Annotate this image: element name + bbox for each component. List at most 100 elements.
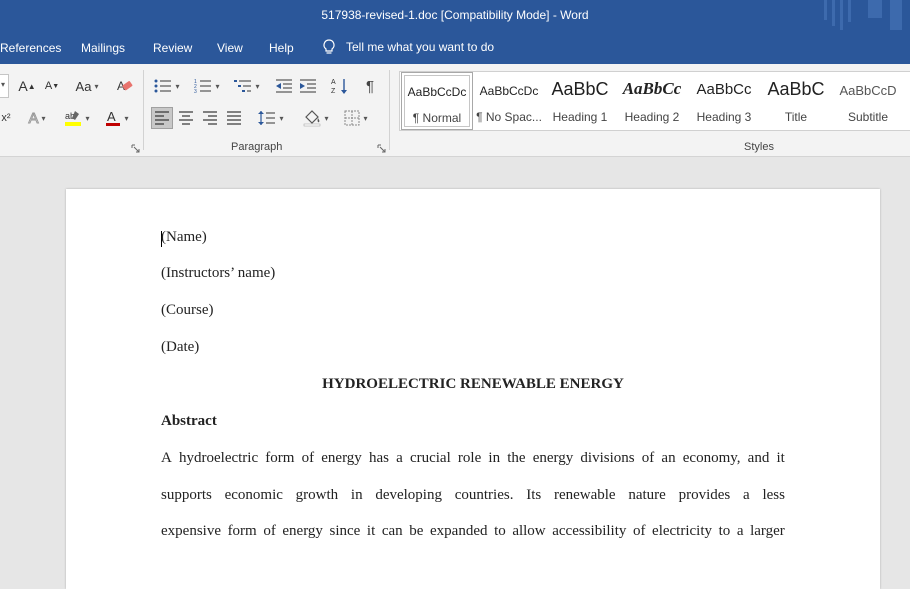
style-heading-1[interactable]: AaBbC Heading 1 xyxy=(544,72,616,130)
tab-help[interactable]: Help xyxy=(269,41,294,55)
word: developing xyxy=(375,487,442,503)
down-arrow-icon: ▼ xyxy=(52,82,60,90)
word: economic xyxy=(224,487,283,503)
sort-icon: AZ xyxy=(331,79,347,95)
justify-button[interactable] xyxy=(223,107,245,129)
word: nature xyxy=(628,487,666,503)
line-spacing-button[interactable]: ▾ xyxy=(254,107,288,129)
sort-button[interactable]: AZ xyxy=(329,76,351,96)
clear-formatting-button[interactable]: A xyxy=(114,76,136,96)
word: has xyxy=(368,450,389,466)
tab-references[interactable]: References xyxy=(0,41,61,55)
doc-name-line: (Name) xyxy=(161,229,207,245)
word: to xyxy=(494,523,506,539)
word: provides xyxy=(678,487,731,503)
chevron-down-icon: ▾ xyxy=(41,113,46,123)
word: renewable xyxy=(553,487,616,503)
font-dialog-launcher-icon[interactable] xyxy=(131,144,140,153)
chevron-down-icon: ▾ xyxy=(324,113,329,123)
paragraph-line: Ahydroelectric form of energy has a crucial rol… xyxy=(161,450,785,467)
align-center-icon xyxy=(179,111,193,125)
word: hydroelectric xyxy=(179,450,259,466)
borders-button[interactable]: ▾ xyxy=(339,107,373,129)
shading-button[interactable]: ▾ xyxy=(299,107,333,129)
word: a xyxy=(743,487,750,503)
doc-date-line: (Date) xyxy=(161,339,200,355)
paragraph-dialog-launcher-icon[interactable] xyxy=(377,144,386,153)
word: energy xyxy=(321,450,362,466)
word: A xyxy=(161,450,172,466)
tab-view[interactable]: View xyxy=(217,41,243,55)
word: larger xyxy=(750,523,785,539)
word: since xyxy=(329,523,361,539)
word: expensive xyxy=(161,523,221,539)
font-size-dropdown[interactable]: ▾ xyxy=(0,74,9,98)
document-page[interactable]: (Name) (Instructors’ name) (Course) (Dat… xyxy=(66,189,880,589)
numbering-button[interactable]: 123 ▾ xyxy=(191,76,223,96)
paragraph-line: expensive form of energy since it can be expande… xyxy=(161,523,785,540)
word: divisions xyxy=(580,450,635,466)
style-normal[interactable]: AaBbCcDc ¶ Normal xyxy=(401,72,473,130)
decrease-indent-icon xyxy=(276,79,292,93)
superscript-button[interactable]: x² xyxy=(0,108,12,128)
doc-instructor-line: (Instructors’ name) xyxy=(161,265,276,281)
tell-me-box[interactable]: Tell me what you want to do xyxy=(322,39,494,55)
font-color-button[interactable]: A ▾ xyxy=(100,108,134,128)
numbering-icon: 123 xyxy=(194,79,212,94)
style-subtitle[interactable]: AaBbCcD Subtitle xyxy=(832,72,904,130)
title-bar-decoration xyxy=(824,0,902,30)
word: the xyxy=(507,450,526,466)
style-no-spacing[interactable]: AaBbCcDc ¶ No Spac... xyxy=(473,72,545,130)
styles-gallery: AaBbCcDc ¶ Normal AaBbCcDc ¶ No Spac... … xyxy=(399,71,910,131)
shrink-font-button[interactable]: A ▼ xyxy=(42,76,62,96)
word: in xyxy=(350,487,363,503)
word: expanded xyxy=(430,523,488,539)
title-bar: 517938-revised-1.doc [Compatibility Mode… xyxy=(0,0,910,32)
chevron-down-icon: ▾ xyxy=(363,113,368,123)
decrease-indent-button[interactable] xyxy=(273,76,295,96)
chevron-down-icon: ▾ xyxy=(215,81,220,91)
align-right-button[interactable] xyxy=(199,107,221,129)
word: less xyxy=(762,487,785,503)
grow-font-button[interactable]: A ▲ xyxy=(16,76,38,96)
word: of xyxy=(301,450,315,466)
change-case-button[interactable]: Aa ▾ xyxy=(70,76,104,96)
svg-text:A: A xyxy=(107,109,116,124)
style-title[interactable]: AaBbC Title xyxy=(760,72,832,130)
text-effects-button[interactable]: A ▾ xyxy=(22,108,52,128)
line-spacing-icon xyxy=(258,111,276,125)
window-title: 517938-revised-1.doc [Compatibility Mode… xyxy=(321,8,589,22)
word: form xyxy=(227,523,257,539)
word: a xyxy=(736,523,744,539)
paragraph-group-label: Paragraph xyxy=(231,141,283,153)
ribbon-tabs: References Mailings Review View Help Tel… xyxy=(0,32,910,64)
align-right-icon xyxy=(203,111,217,125)
justify-icon xyxy=(227,111,241,125)
highlight-color-button[interactable]: ab ▾ xyxy=(60,108,94,128)
word: growth xyxy=(295,487,339,503)
increase-indent-button[interactable] xyxy=(297,76,319,96)
highlighter-icon: ab xyxy=(65,111,82,126)
svg-text:Z: Z xyxy=(331,88,336,95)
word: electricity xyxy=(652,523,712,539)
clear-formatting-icon: A xyxy=(117,79,133,93)
align-center-button[interactable] xyxy=(175,107,197,129)
multilevel-list-button[interactable]: ▾ xyxy=(231,76,263,96)
bullets-button[interactable]: ▾ xyxy=(152,76,182,96)
word: be xyxy=(409,523,424,539)
word: Its xyxy=(526,487,542,503)
align-left-button[interactable] xyxy=(151,107,173,129)
word: accessibility xyxy=(552,523,627,539)
tell-me-text: Tell me what you want to do xyxy=(346,40,495,54)
tab-review[interactable]: Review xyxy=(153,41,192,55)
word: to xyxy=(718,523,731,539)
word: countries. xyxy=(454,487,514,503)
word: energy xyxy=(282,523,323,539)
word: and xyxy=(747,450,770,466)
style-heading-2[interactable]: AaBbCc Heading 2 xyxy=(616,72,688,130)
chevron-down-icon: ▾ xyxy=(94,81,99,91)
tab-mailings[interactable]: Mailings xyxy=(81,41,125,55)
style-heading-3[interactable]: AaBbCc Heading 3 xyxy=(688,72,760,130)
borders-icon xyxy=(344,110,360,126)
show-formatting-button[interactable]: ¶ xyxy=(360,76,380,96)
